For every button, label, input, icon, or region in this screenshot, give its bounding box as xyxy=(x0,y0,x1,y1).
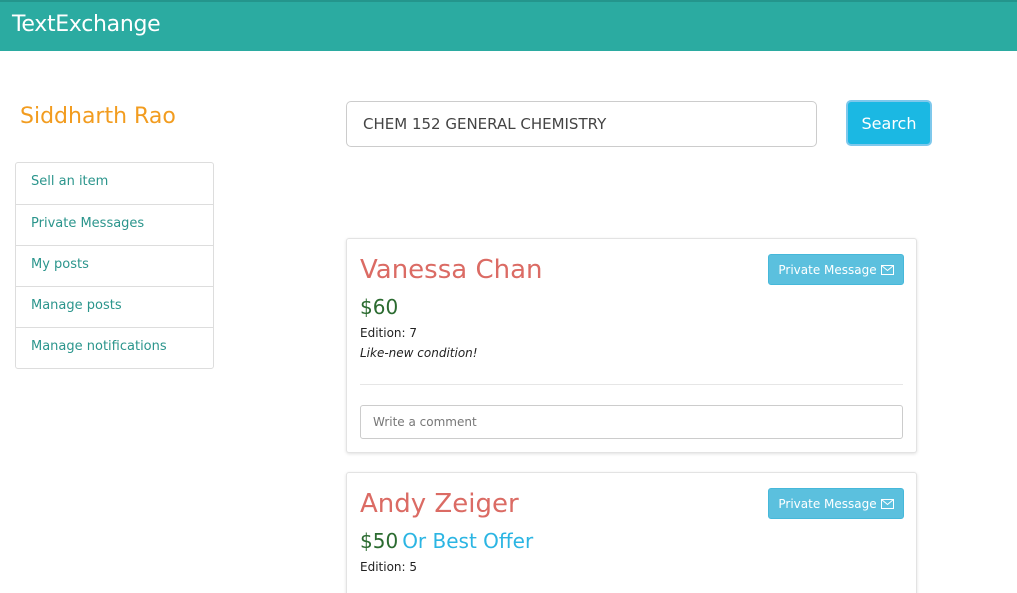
envelope-icon xyxy=(880,498,894,509)
private-message-button[interactable]: Private Message xyxy=(768,488,904,519)
seller-name: Vanessa Chan xyxy=(360,255,543,285)
edition-label: Edition: xyxy=(360,326,410,340)
envelope-icon xyxy=(880,264,894,275)
post-card: Andy Zeiger Private Message $50 Or Best O… xyxy=(346,472,917,593)
price-row: $60 xyxy=(360,295,398,319)
sidebar-item-sell[interactable]: Sell an item xyxy=(16,163,213,204)
search-input[interactable] xyxy=(346,101,817,147)
divider xyxy=(360,384,903,385)
best-offer-label: Or Best Offer xyxy=(402,529,534,553)
sidebar-item-manage-posts[interactable]: Manage posts xyxy=(16,286,213,327)
sidebar-item-private-messages[interactable]: Private Messages xyxy=(16,204,213,245)
edition-value: 5 xyxy=(409,560,418,574)
user-name: Siddharth Rao xyxy=(20,104,176,129)
edition-value: 7 xyxy=(409,326,418,340)
private-message-label: Private Message xyxy=(778,262,877,277)
edition: Edition: 5 xyxy=(360,560,417,574)
comment-input[interactable] xyxy=(360,405,903,439)
post-card: Vanessa Chan Private Message $60 Edition… xyxy=(346,238,917,453)
edition-label: Edition: xyxy=(360,560,410,574)
seller-name: Andy Zeiger xyxy=(360,489,519,519)
private-message-button[interactable]: Private Message xyxy=(768,254,904,285)
search-button[interactable]: Search xyxy=(846,100,932,146)
top-navbar: TextExchange xyxy=(0,0,1017,51)
price: $50 xyxy=(360,529,399,553)
edition: Edition: 7 xyxy=(360,326,417,340)
price: $60 xyxy=(360,295,399,319)
price-row: $50 Or Best Offer xyxy=(360,529,533,553)
sidebar-item-manage-notifications[interactable]: Manage notifications xyxy=(16,327,213,368)
app-brand[interactable]: TextExchange xyxy=(12,12,161,37)
private-message-label: Private Message xyxy=(778,496,877,511)
sidebar-item-my-posts[interactable]: My posts xyxy=(16,245,213,286)
sidebar-menu: Sell an item Private Messages My posts M… xyxy=(15,162,214,369)
condition-note: Like-new condition! xyxy=(360,346,478,360)
